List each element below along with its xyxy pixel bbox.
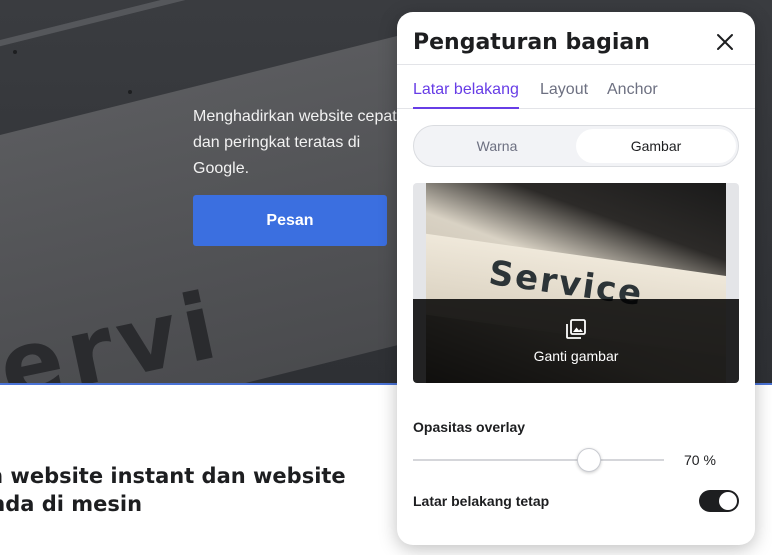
tab-layout[interactable]: Layout bbox=[540, 81, 588, 107]
panel-header: Pengaturan bagian bbox=[397, 12, 755, 65]
overlay-opacity-slider-thumb[interactable] bbox=[576, 448, 601, 472]
panel-tabs: Latar belakang Layout Anchor bbox=[397, 65, 755, 109]
overlay-opacity-label: Opasitas overlay bbox=[413, 419, 526, 435]
color-option[interactable]: Warna bbox=[417, 129, 577, 163]
panel-title: Pengaturan bagian bbox=[413, 30, 650, 55]
toggle-knob bbox=[719, 492, 737, 510]
close-icon bbox=[717, 34, 733, 50]
fixed-background-toggle[interactable] bbox=[699, 490, 739, 512]
section-settings-panel: Pengaturan bagian Latar belakang Layout … bbox=[397, 12, 755, 545]
section-heading: an website instant dan website Anda di m… bbox=[0, 464, 346, 516]
order-button[interactable]: Pesan bbox=[193, 195, 387, 246]
image-option[interactable]: Gambar bbox=[576, 129, 736, 163]
close-button[interactable] bbox=[715, 32, 735, 52]
hero-photo-detail bbox=[128, 90, 132, 94]
change-image-label: Ganti gambar bbox=[533, 348, 619, 364]
overlay-opacity-slider-track[interactable] bbox=[413, 459, 664, 461]
fixed-background-label: Latar belakang tetap bbox=[413, 493, 550, 509]
tab-background[interactable]: Latar belakang bbox=[413, 81, 519, 109]
tab-anchor[interactable]: Anchor bbox=[607, 81, 658, 107]
image-library-icon bbox=[566, 319, 586, 339]
background-image-preview: Service Ganti gambar bbox=[413, 183, 739, 383]
hero-photo-detail bbox=[13, 50, 17, 54]
background-type-switch: Warna Gambar bbox=[413, 125, 739, 167]
change-image-button[interactable]: Ganti gambar bbox=[413, 299, 739, 383]
overlay-opacity-value: 70 % bbox=[684, 452, 716, 468]
hero-description: Menghadirkan website cepat dan peringkat… bbox=[193, 108, 397, 177]
